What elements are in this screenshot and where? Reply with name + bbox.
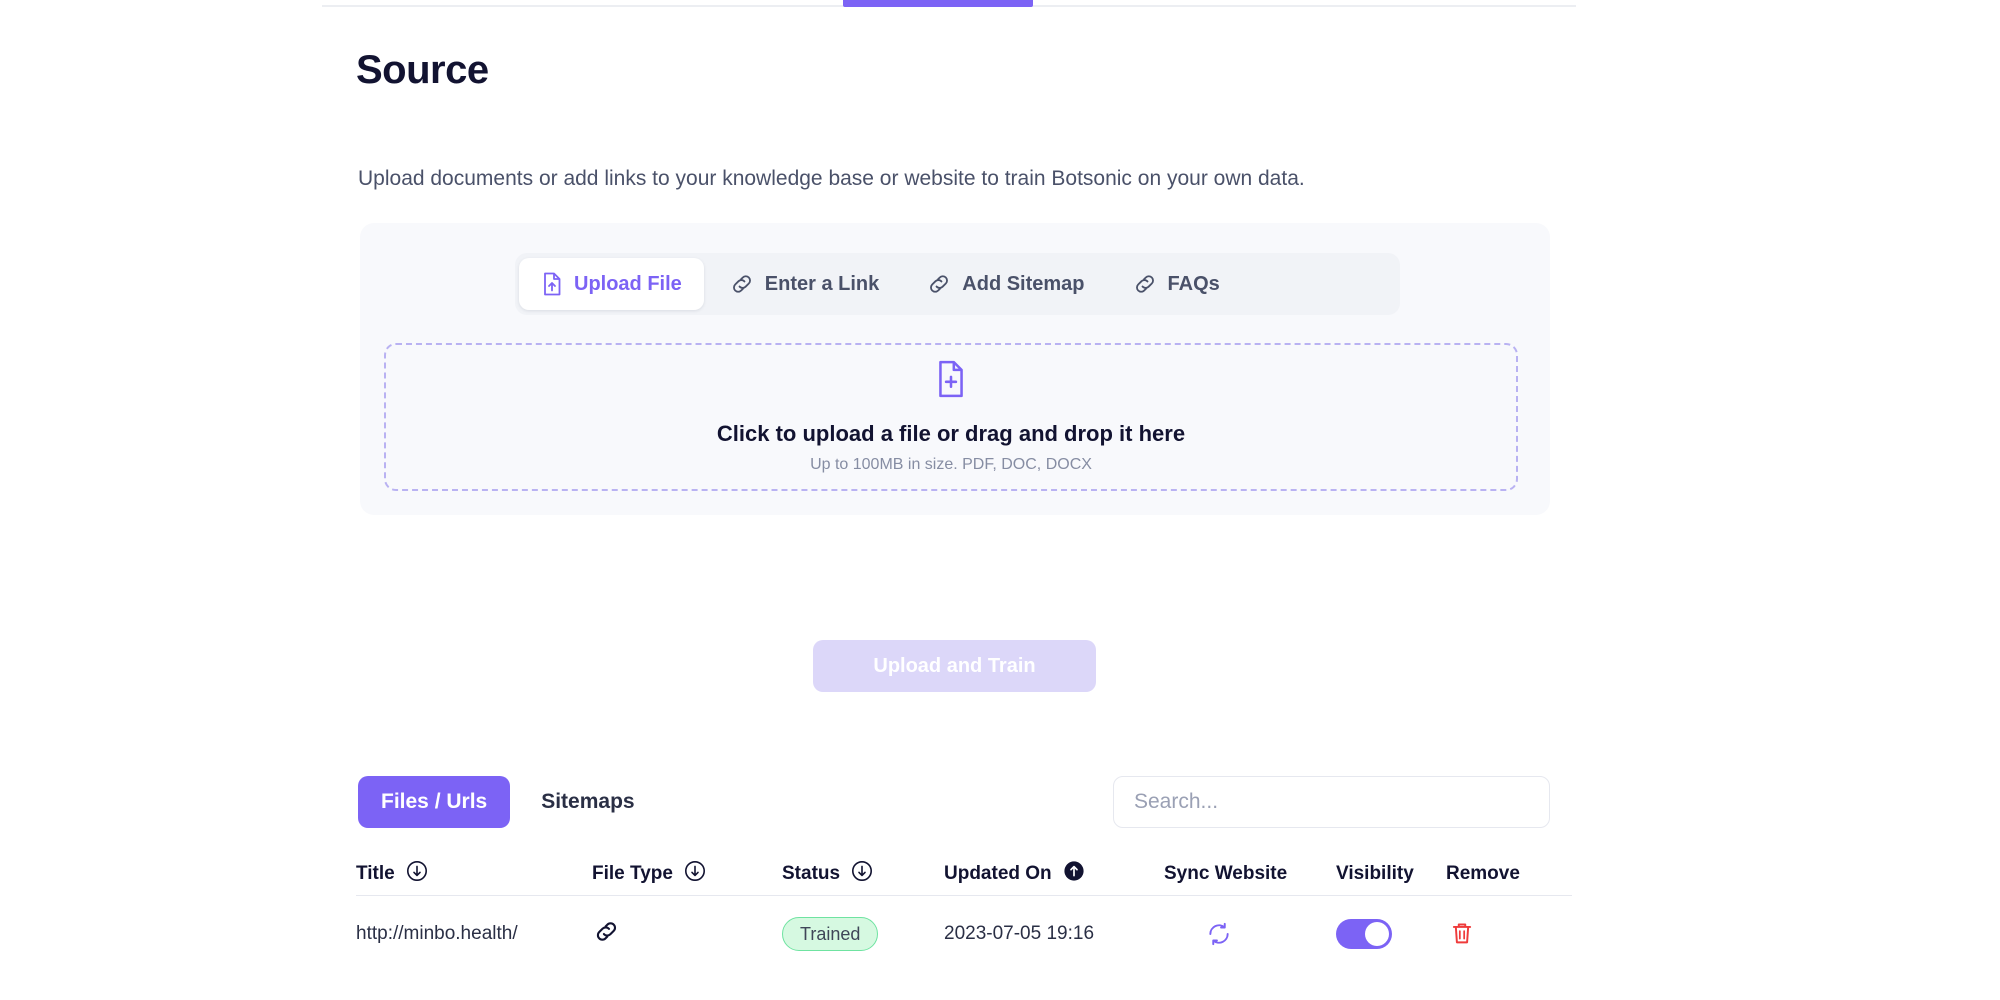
- circle-arrow-up-filled-icon[interactable]: [1063, 860, 1085, 888]
- source-tab-strip: Upload File Enter a Link: [515, 253, 1400, 315]
- toggle-knob: [1365, 922, 1389, 946]
- link-icon: [927, 272, 951, 296]
- dropzone-title: Click to upload a file or drag and drop …: [717, 421, 1185, 447]
- row-status: Trained: [782, 917, 944, 951]
- upload-and-train-button[interactable]: Upload and Train: [813, 640, 1096, 692]
- column-header-visibility: Visibility: [1336, 863, 1446, 885]
- tab-add-sitemap-label: Add Sitemap: [962, 273, 1084, 296]
- column-header-title[interactable]: Title: [356, 860, 592, 888]
- circle-arrow-down-icon[interactable]: [406, 860, 428, 888]
- link-icon: [730, 272, 754, 296]
- page-description: Upload documents or add links to your kn…: [358, 167, 1305, 191]
- tab-upload-file[interactable]: Upload File: [519, 258, 704, 310]
- tab-enter-a-link[interactable]: Enter a Link: [708, 258, 901, 310]
- table-header-row: Title File Type Status: [356, 852, 1572, 896]
- search-box[interactable]: [1113, 776, 1550, 828]
- circle-arrow-down-icon[interactable]: [851, 860, 873, 888]
- link-paperclip-icon: [592, 917, 620, 951]
- table-row: http://minbo.health/ Trained 2023-07-05 …: [356, 896, 1572, 972]
- dropzone-subtitle: Up to 100MB in size. PDF, DOC, DOCX: [810, 456, 1092, 474]
- column-header-title-label: Title: [356, 863, 395, 885]
- tab-add-sitemap[interactable]: Add Sitemap: [905, 258, 1106, 310]
- link-icon: [1133, 272, 1157, 296]
- tab-upload-file-label: Upload File: [574, 273, 682, 296]
- column-header-updated-on[interactable]: Updated On: [944, 860, 1164, 888]
- status-badge: Trained: [782, 917, 878, 951]
- column-header-remove-label: Remove: [1446, 863, 1520, 885]
- column-header-sync-website: Sync Website: [1164, 863, 1336, 885]
- row-remove: [1446, 921, 1556, 947]
- column-header-status-label: Status: [782, 863, 840, 885]
- trash-icon[interactable]: [1450, 921, 1474, 947]
- sources-table: Title File Type Status: [356, 852, 1572, 972]
- list-tab-strip: Files / Urls Sitemaps: [358, 776, 658, 828]
- page-title: Source: [356, 48, 489, 93]
- column-header-sync-website-label: Sync Website: [1164, 863, 1287, 885]
- active-tab-underline[interactable]: [843, 0, 1033, 7]
- circle-arrow-down-icon[interactable]: [684, 860, 706, 888]
- visibility-toggle[interactable]: [1336, 919, 1392, 949]
- column-header-updated-on-label: Updated On: [944, 863, 1052, 885]
- row-title[interactable]: http://minbo.health/: [356, 923, 592, 945]
- source-card: Upload File Enter a Link: [360, 223, 1550, 515]
- top-tab-strip: [322, 0, 1576, 7]
- column-header-file-type[interactable]: File Type: [592, 860, 782, 888]
- page-root: Source Upload documents or add links to …: [0, 0, 2000, 1000]
- column-header-visibility-label: Visibility: [1336, 863, 1414, 885]
- column-header-status[interactable]: Status: [782, 860, 944, 888]
- search-input[interactable]: [1134, 790, 1529, 814]
- file-plus-icon: [934, 360, 968, 403]
- row-visibility: [1336, 919, 1446, 949]
- list-tab-files-urls[interactable]: Files / Urls: [358, 776, 510, 828]
- row-updated-on: 2023-07-05 19:16: [944, 923, 1164, 945]
- column-header-file-type-label: File Type: [592, 863, 673, 885]
- tab-faqs[interactable]: FAQs: [1111, 258, 1242, 310]
- row-file-type: [592, 917, 782, 951]
- row-sync-website: [1164, 921, 1336, 947]
- file-dropzone[interactable]: Click to upload a file or drag and drop …: [384, 343, 1518, 491]
- column-header-remove: Remove: [1446, 863, 1556, 885]
- list-tab-sitemaps[interactable]: Sitemaps: [518, 776, 657, 828]
- refresh-icon[interactable]: [1206, 921, 1232, 947]
- tab-enter-a-link-label: Enter a Link: [765, 273, 879, 296]
- file-upload-icon: [541, 272, 563, 296]
- tab-faqs-label: FAQs: [1168, 273, 1220, 296]
